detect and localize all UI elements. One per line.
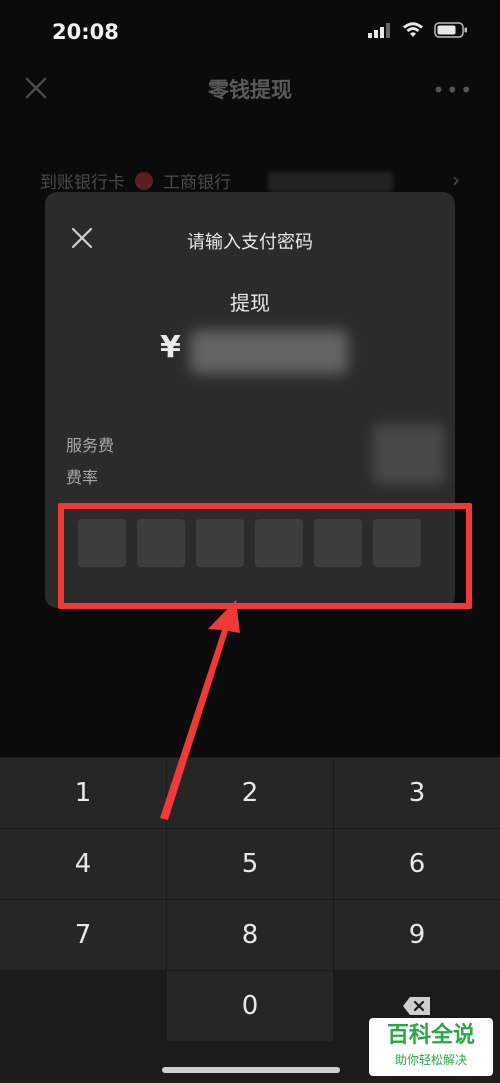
status-time: 20:08 [52, 20, 119, 44]
key-1[interactable]: 1 [0, 758, 166, 828]
page-title: 零钱提现 [208, 78, 292, 102]
bank-card-row[interactable]: 到账银行卡 工商银行 [40, 168, 231, 193]
watermark-main: 百科全说 [386, 1023, 475, 1048]
battery-icon [434, 22, 467, 38]
key-7[interactable]: 7 [0, 900, 166, 970]
wifi-icon [403, 22, 423, 37]
service-fee-label: 服务费 [66, 436, 115, 455]
status-icons [368, 22, 468, 38]
key-8[interactable]: 8 [167, 900, 333, 970]
watermark-logo: 百科全说 助你轻松解决 [369, 1018, 493, 1076]
highlight-box [58, 503, 472, 609]
withdraw-label: 提现 [230, 291, 270, 315]
key-4[interactable]: 4 [0, 829, 166, 899]
bank-name: 工商银行 [163, 173, 231, 193]
card-number-blur [268, 172, 393, 192]
key-9[interactable]: 9 [334, 900, 500, 970]
key-3[interactable]: 3 [334, 758, 500, 828]
key-0[interactable]: 0 [167, 971, 333, 1041]
chevron-right-icon: › [452, 168, 460, 192]
key-6[interactable]: 6 [334, 829, 500, 899]
backspace-icon [403, 997, 430, 1015]
modal-title: 请输入支付密码 [187, 232, 313, 253]
home-indicator [162, 1067, 340, 1073]
fee-rate-label: 费率 [66, 468, 99, 487]
fee-values-blurred [373, 424, 445, 484]
key-blank [0, 971, 166, 1041]
more-icon[interactable]: ••• [433, 78, 474, 102]
watermark-sub: 助你轻松解决 [394, 1053, 467, 1067]
bank-row-label: 到账银行卡 [40, 173, 125, 193]
key-5[interactable]: 5 [167, 829, 333, 899]
key-2[interactable]: 2 [167, 758, 333, 828]
signal-icon [368, 23, 390, 38]
amount-blurred [190, 330, 348, 374]
currency-symbol: ¥ [160, 330, 181, 365]
bank-logo-icon [135, 171, 153, 190]
